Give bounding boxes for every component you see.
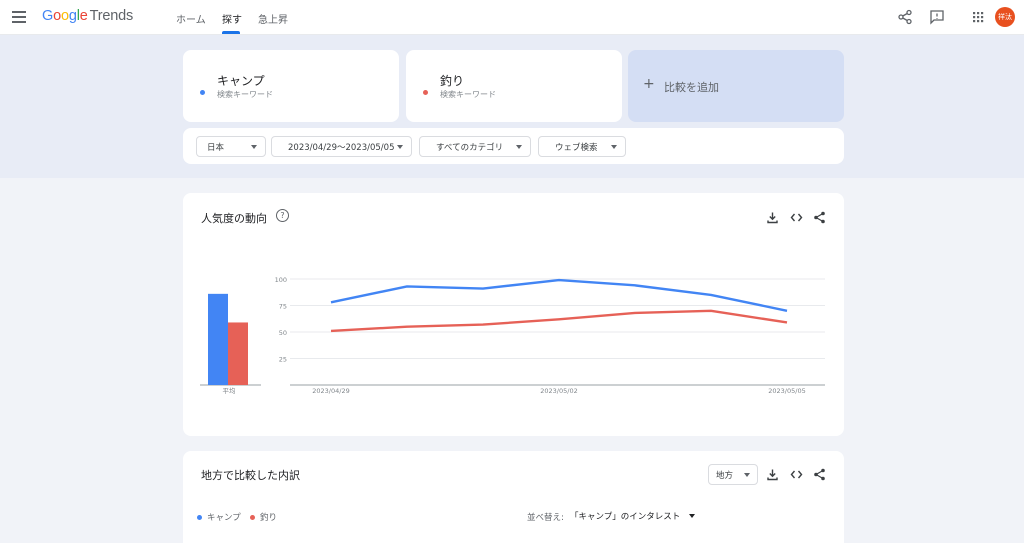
term-label: キャンプ [217, 74, 265, 88]
tab-home[interactable]: ホーム [176, 11, 206, 26]
category-value: すべてのカテゴリ [436, 142, 504, 153]
term-card-camping[interactable]: キャンプ 検索キーワード [183, 50, 399, 122]
legend-dot [197, 514, 202, 520]
account-avatar[interactable]: 祥汰 [995, 7, 1015, 27]
embed-code-icon[interactable] [790, 468, 803, 481]
download-icon[interactable] [766, 468, 779, 481]
search-type-value: ウェブ検索 [555, 142, 598, 153]
term-color-dot [423, 90, 428, 95]
legend-dot [250, 514, 255, 520]
date-range-dropdown[interactable]: 2023/04/29〜2023/05/05 [271, 136, 412, 157]
term-card-fishing[interactable]: 釣り 検索キーワード [406, 50, 622, 122]
legend-item-camping: キャンプ [197, 511, 241, 523]
add-comparison-label: 比較を追加 [664, 81, 719, 94]
plus-icon: + [643, 76, 655, 92]
share-chart-icon[interactable] [813, 468, 826, 481]
tab-trending[interactable]: 急上昇 [258, 11, 288, 26]
sort-by-dropdown[interactable]: 「キャンプ」のインタレスト [570, 510, 680, 522]
interest-over-time-card [183, 193, 844, 436]
google-trends-logo[interactable]: Google Trends [42, 8, 133, 24]
term-type-label: 検索キーワード [440, 90, 496, 99]
region-resolution-dropdown[interactable]: 地方 [708, 464, 758, 485]
top-app-bar: Google Trends ホーム 探す 急上昇 祥汰 [0, 0, 1024, 35]
region-filter-value: 日本 [207, 142, 225, 153]
legend-label: 釣り [260, 513, 278, 523]
dropdown-caret-icon [251, 145, 257, 149]
legend-label: キャンプ [207, 513, 241, 523]
share-chart-icon[interactable] [813, 211, 826, 224]
dropdown-caret-icon [516, 145, 522, 149]
category-dropdown[interactable]: すべてのカテゴリ [419, 136, 531, 157]
sort-caret-icon[interactable] [689, 514, 695, 518]
logo-google-text: Google [42, 8, 88, 24]
term-type-label: 検索キーワード [217, 90, 273, 99]
feedback-icon[interactable] [929, 9, 945, 25]
logo-trends-text: Trends [89, 8, 134, 24]
date-range-value: 2023/04/29〜2023/05/05 [288, 142, 395, 153]
filter-bar: 日本 2023/04/29〜2023/05/05 すべてのカテゴリ ウェブ検索 [183, 128, 844, 164]
apps-grid-icon[interactable] [970, 9, 986, 25]
region-resolution-value: 地方 [716, 470, 734, 481]
share-icon[interactable] [897, 9, 913, 25]
regional-breakdown-title: 地方で比較した内訳 [201, 469, 300, 482]
term-label: 釣り [440, 74, 465, 88]
dropdown-caret-icon [744, 473, 750, 477]
search-type-dropdown[interactable]: ウェブ検索 [538, 136, 626, 157]
sort-by-label: 並べ替え: [527, 513, 564, 523]
add-comparison-button[interactable]: + 比較を追加 [628, 50, 844, 122]
region-filter-dropdown[interactable]: 日本 [196, 136, 266, 157]
dropdown-caret-icon [611, 145, 617, 149]
interest-over-time-title: 人気度の動向 [201, 212, 267, 225]
tab-explore[interactable]: 探す [222, 11, 242, 26]
help-icon[interactable]: ? [276, 209, 289, 222]
active-tab-indicator [222, 31, 240, 34]
download-icon[interactable] [766, 211, 779, 224]
legend-item-fishing: 釣り [250, 511, 277, 523]
menu-icon[interactable] [12, 11, 26, 23]
term-color-dot [200, 90, 205, 95]
dropdown-caret-icon [397, 145, 403, 149]
embed-code-icon[interactable] [790, 211, 803, 224]
